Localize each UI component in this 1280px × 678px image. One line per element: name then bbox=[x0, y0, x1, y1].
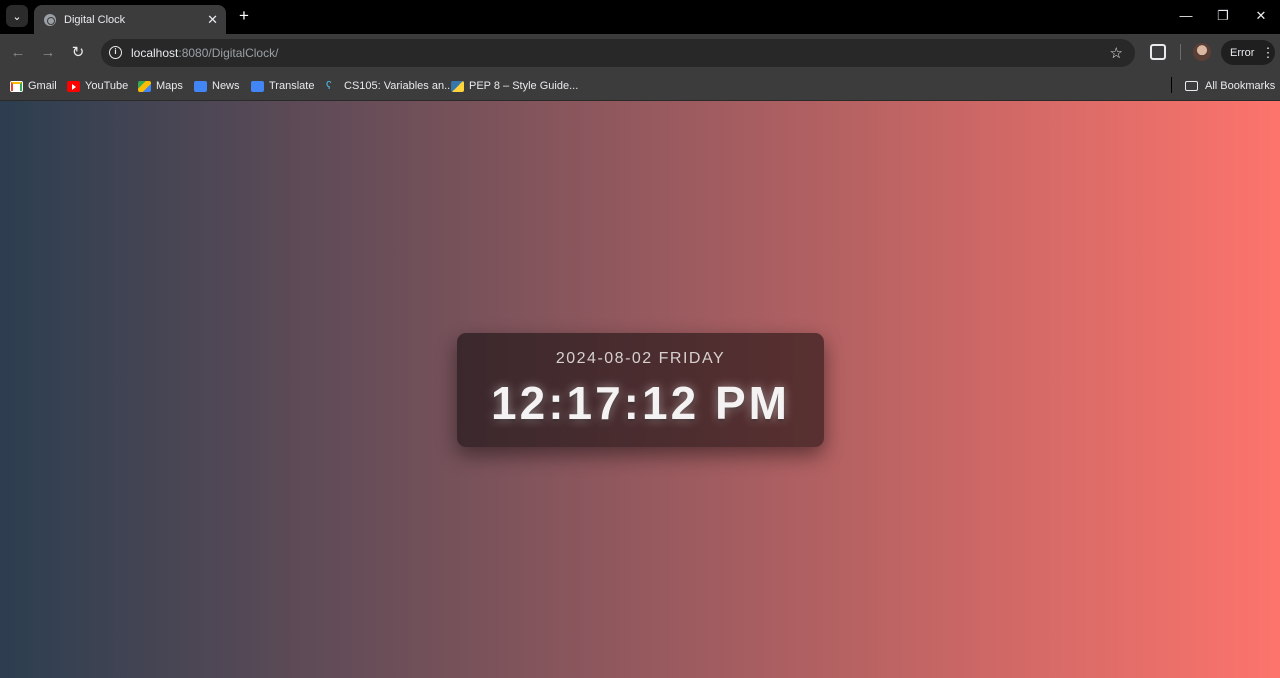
bookmark-maps[interactable]: Maps bbox=[138, 78, 183, 94]
new-tab-button[interactable]: + bbox=[236, 7, 252, 24]
back-button[interactable]: ← bbox=[9, 44, 27, 62]
globe-icon bbox=[44, 13, 56, 26]
bookmark-label: Maps bbox=[156, 80, 183, 92]
all-bookmarks-button[interactable]: All Bookmarks bbox=[1185, 78, 1275, 94]
profile-error-label: Error bbox=[1230, 46, 1255, 59]
bookmark-news[interactable]: News bbox=[194, 78, 240, 94]
bookmark-gmail[interactable]: Gmail bbox=[10, 78, 57, 94]
url-host: localhost bbox=[131, 46, 179, 60]
window-close-icon[interactable]: ✕ bbox=[1251, 8, 1271, 24]
bookmark-label: YouTube bbox=[85, 80, 129, 92]
bookmark-label: Translate bbox=[269, 80, 315, 92]
python-icon bbox=[451, 80, 464, 92]
close-icon[interactable]: ✕ bbox=[207, 12, 218, 28]
bookmark-label: CS105: Variables an... bbox=[344, 80, 454, 92]
clock-time: 12:17:12 PM bbox=[491, 377, 790, 429]
tab-digital-clock[interactable]: Digital Clock ✕ bbox=[34, 5, 226, 34]
folder-icon bbox=[1185, 81, 1198, 91]
browser-toolbar: ← → ↻ i localhost:8080/DigitalClock/ ☆ bbox=[0, 34, 1280, 71]
address-bar[interactable]: i localhost:8080/DigitalClock/ ☆ bbox=[101, 39, 1135, 67]
bookmark-translate[interactable]: Translate bbox=[251, 78, 314, 94]
all-bookmarks-label: All Bookmarks bbox=[1205, 80, 1276, 92]
translate-icon bbox=[251, 80, 264, 92]
gmail-icon bbox=[10, 80, 23, 92]
page-content: 2024-08-02 FRIDAY 12:17:12 PM bbox=[0, 101, 1280, 678]
profile-error-button[interactable]: Error ⋮ bbox=[1221, 40, 1275, 65]
bookmark-youtube[interactable]: YouTube bbox=[67, 78, 128, 94]
tab-strip: ⌄ Digital Clock ✕ + — ❐ ✕ bbox=[0, 0, 1280, 34]
url-path: :8080/DigitalClock/ bbox=[178, 46, 279, 60]
url-text[interactable]: localhost:8080/DigitalClock/ bbox=[131, 46, 278, 60]
bookmark-label: News bbox=[212, 80, 240, 92]
news-icon bbox=[194, 80, 207, 92]
toolbar-divider bbox=[1180, 44, 1181, 60]
tab-search-button[interactable]: ⌄ bbox=[6, 5, 28, 27]
bookmark-pep8[interactable]: PEP 8 – Style Guide... bbox=[451, 78, 578, 94]
tab-title: Digital Clock bbox=[64, 13, 126, 26]
maps-icon bbox=[138, 80, 151, 92]
extensions-icon[interactable] bbox=[1150, 44, 1166, 60]
more-options-icon: ⋮ bbox=[1261, 44, 1275, 60]
bookmarks-bar: Gmail YouTube Maps News Translate ʕ CS10… bbox=[0, 71, 1280, 101]
profile-avatar[interactable] bbox=[1193, 43, 1211, 61]
cs-icon: ʕ bbox=[326, 79, 332, 92]
bookmark-label: Gmail bbox=[28, 80, 57, 92]
bookmark-cs105[interactable]: ʕ CS105: Variables an... bbox=[326, 78, 453, 94]
chevron-down-icon: ⌄ bbox=[12, 10, 22, 23]
bookmark-star-icon[interactable]: ☆ bbox=[1110, 44, 1123, 62]
youtube-icon bbox=[67, 80, 80, 92]
restore-icon[interactable]: ❐ bbox=[1213, 8, 1233, 24]
site-info-icon[interactable]: i bbox=[109, 46, 122, 59]
clock-date: 2024-08-02 FRIDAY bbox=[555, 350, 726, 367]
clock-card: 2024-08-02 FRIDAY 12:17:12 PM bbox=[457, 333, 824, 447]
forward-button[interactable]: → bbox=[39, 44, 57, 62]
minimize-icon[interactable]: — bbox=[1176, 8, 1196, 23]
bookmarks-divider bbox=[1171, 77, 1172, 93]
bookmark-label: PEP 8 – Style Guide... bbox=[469, 80, 579, 92]
reload-button[interactable]: ↻ bbox=[69, 44, 87, 62]
